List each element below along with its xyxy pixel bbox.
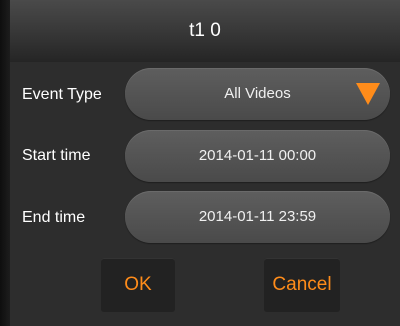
left-edge-divider [0, 0, 10, 326]
event-type-dropdown[interactable]: All Videos [125, 68, 390, 120]
ok-button[interactable]: OK [101, 258, 175, 312]
end-time-label: End time [22, 209, 86, 226]
start-time-value: 2014-01-11 00:00 [198, 147, 317, 164]
end-time-field[interactable]: 2014-01-11 23:59 [125, 191, 390, 243]
event-type-value: All Videos [224, 85, 291, 102]
start-time-field[interactable]: 2014-01-11 00:00 [125, 130, 390, 182]
event-type-label: Event Type [22, 86, 102, 103]
event-filter-dialog: t1 0 Event Type All Videos Start time 20… [0, 0, 400, 326]
triangle-down-icon [356, 83, 380, 105]
dialog-title: t1 0 [189, 20, 221, 41]
start-time-label: Start time [22, 147, 91, 164]
cancel-button[interactable]: Cancel [264, 258, 340, 312]
end-time-value: 2014-01-11 23:59 [198, 208, 317, 225]
